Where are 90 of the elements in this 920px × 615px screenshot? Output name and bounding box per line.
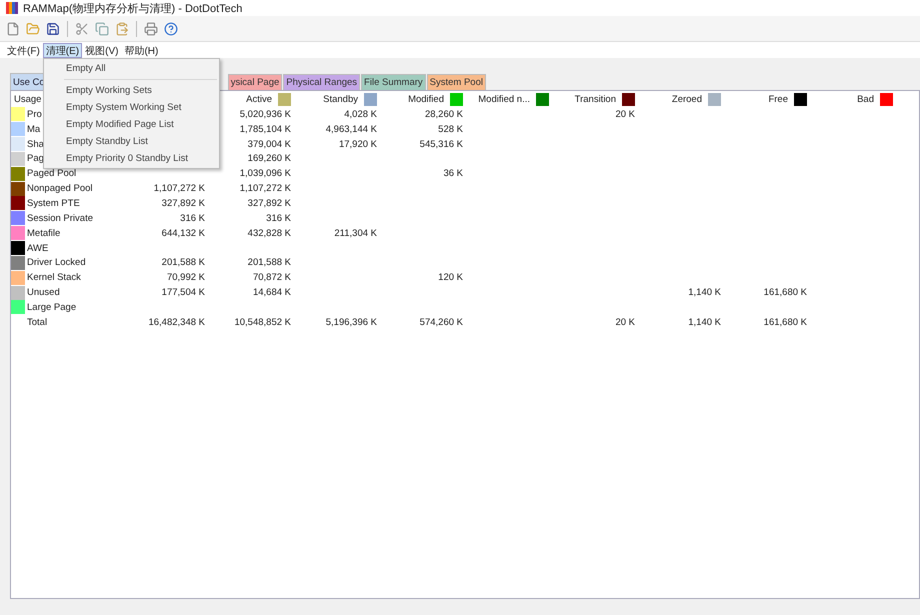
row-label: Driver Locked <box>27 257 86 268</box>
row-label: AWE <box>27 242 48 254</box>
row-label: Ma <box>27 124 40 135</box>
column-header[interactable]: Active <box>246 94 272 105</box>
paste-button[interactable] <box>114 20 130 36</box>
menu-entry[interactable]: Empty Standby List <box>44 133 219 150</box>
menu-entry[interactable]: Empty System Working Set <box>44 99 219 116</box>
window-title: RAMMap(物理内存分析与清理) - DotDotTech <box>23 2 242 16</box>
row-label: Nonpaged Pool <box>27 183 92 194</box>
table-cell-text: 70,992 K <box>166 272 206 284</box>
help-icon <box>164 22 178 36</box>
menu-item[interactable]: 清理(E) <box>42 42 82 58</box>
row-label: Metafile <box>27 228 60 239</box>
table-cell-text: 1,107,272 K <box>238 183 292 194</box>
column-header[interactable]: Modified n... <box>478 94 530 105</box>
row-label: Session Private <box>27 212 94 224</box>
tab[interactable]: File Summary <box>361 74 426 90</box>
table-cell-text: 17,920 K <box>338 138 378 150</box>
column-header[interactable]: Transition <box>574 94 616 105</box>
table-cell-text: 36 K <box>442 168 464 180</box>
column-header[interactable]: Standby <box>323 94 358 105</box>
row-label: Total <box>27 316 48 328</box>
table-cell-text: 10,548,852 K <box>233 316 292 328</box>
table-cell-text: 5,196,396 K <box>324 316 378 328</box>
table-cell-text: 574,260 K <box>418 316 464 328</box>
column-header[interactable]: Free <box>768 94 788 105</box>
table-cell-text: 1,785,104 K <box>238 124 292 135</box>
row-label: Pro <box>27 108 42 120</box>
table-cell-text: 211,304 K <box>333 228 378 239</box>
table-cell-text: 432,828 K <box>246 228 292 239</box>
table-cell-text: 1,140 K <box>687 316 722 328</box>
table-cell-text: 169,260 K <box>246 153 292 164</box>
cut-button[interactable] <box>74 20 90 36</box>
row-label: Unused <box>27 287 60 298</box>
table-cell-text: 5,020,936 K <box>238 108 292 120</box>
menu-item[interactable]: 文件(F) <box>4 42 43 58</box>
table-cell-text: 201,588 K <box>246 257 292 268</box>
row-label: Large Page <box>27 302 76 313</box>
folder-icon <box>26 22 40 36</box>
tab[interactable]: ysical Page <box>228 74 282 90</box>
table-cell-text: 528 K <box>437 124 464 135</box>
row-label: Kernel Stack <box>27 272 81 284</box>
table-cell-text: 4,028 K <box>343 108 378 120</box>
menu-item[interactable]: 帮助(H) <box>121 42 162 58</box>
table-cell-text: 70,872 K <box>252 272 292 284</box>
save-button[interactable] <box>45 20 61 36</box>
table-cell-text: 644,132 K <box>160 228 206 239</box>
table-cell-text: 4,963,144 K <box>324 124 378 135</box>
table-cell-text: 120 K <box>437 272 464 284</box>
help-button[interactable] <box>163 20 179 36</box>
table-cell-text: 20 K <box>614 108 636 120</box>
print-icon <box>144 22 158 36</box>
copy-icon <box>95 22 109 36</box>
tab[interactable]: System Pool <box>426 74 486 90</box>
table-cell-text: 14,684 K <box>252 287 292 298</box>
menu-item[interactable]: 视图(V) <box>82 42 122 58</box>
row-label: Sha <box>27 138 44 150</box>
table-cell-text: 28,260 K <box>424 108 464 120</box>
table-cell-text: 545,316 K <box>418 138 464 150</box>
table-cell-text: 316 K <box>179 212 206 224</box>
row-label: System PTE <box>27 198 80 209</box>
column-header[interactable]: Usage <box>11 94 42 105</box>
table-cell-text: 379,004 K <box>246 138 292 150</box>
row-label: Paged Pool <box>27 168 76 180</box>
column-header[interactable]: Bad <box>857 94 874 105</box>
app-logo-icon <box>6 2 18 14</box>
table-cell-text: 327,892 K <box>160 198 206 209</box>
menu-entry[interactable]: Empty Priority 0 Standby List <box>44 150 219 167</box>
copy-button[interactable] <box>94 20 110 36</box>
column-header[interactable]: Zeroed <box>672 94 702 105</box>
table-cell-text: 161,680 K <box>762 316 808 328</box>
table-cell-text: 316 K <box>265 212 292 224</box>
new-file-icon <box>6 22 20 36</box>
menu-entry[interactable]: Empty Modified Page List <box>44 116 219 133</box>
table-cell-text: 161,680 K <box>762 287 808 298</box>
print-button[interactable] <box>143 20 159 36</box>
table-cell-text: 327,892 K <box>246 198 292 209</box>
column-header[interactable]: Modified <box>408 94 444 105</box>
table-cell-text: 16,482,348 K <box>147 316 206 328</box>
table-cell-text: 177,504 K <box>160 287 206 298</box>
table-cell-text: 201,588 K <box>160 257 206 268</box>
new-file-button[interactable] <box>5 20 21 36</box>
tab[interactable]: Physical Ranges <box>283 74 360 90</box>
cut-icon <box>75 22 89 36</box>
table-cell-text: 1,140 K <box>687 287 722 298</box>
table-cell-text: 1,039,096 K <box>238 168 292 180</box>
save-icon <box>46 22 60 36</box>
paste-icon <box>115 22 129 36</box>
table-cell-text: 1,107,272 K <box>152 183 206 194</box>
table-cell-text: 20 K <box>614 316 636 328</box>
